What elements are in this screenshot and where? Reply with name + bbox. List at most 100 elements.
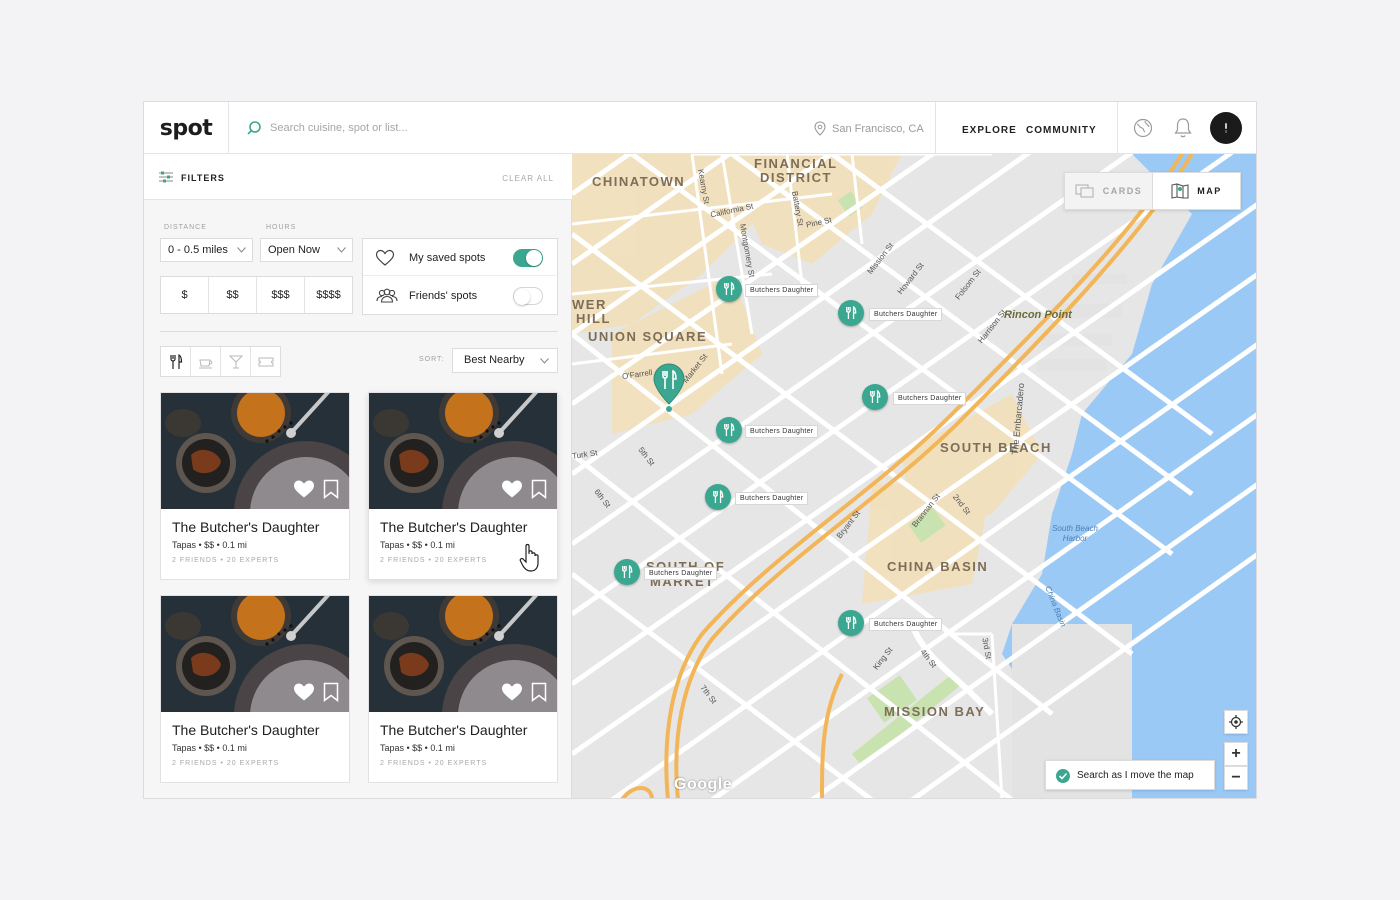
map-view[interactable]: CHINATOWN FINANCIAL DISTRICT UNION SQUAR…	[572, 154, 1256, 798]
card-title: The Butcher's Daughter	[172, 722, 320, 738]
chevron-down-icon	[540, 358, 549, 364]
card-meta: Tapas • $$ • 0.1 mi	[380, 743, 455, 753]
clear-all-button[interactable]: CLEAR ALL	[502, 174, 554, 183]
cocktail-icon	[228, 355, 243, 368]
sort-label: SORT:	[419, 356, 445, 363]
saved-spots-toggle[interactable]	[513, 249, 543, 267]
map-area-label: FINANCIAL	[754, 156, 838, 171]
heart-icon[interactable]	[293, 479, 315, 499]
top-header: spot San Francisco, CA EXPLORE COMMUNITY	[144, 102, 1256, 154]
cards-view-button[interactable]: CARDS	[1065, 173, 1153, 209]
view-toggle: CARDS MAP	[1064, 172, 1241, 210]
map-pin[interactable]	[614, 559, 640, 585]
map-icon	[1171, 183, 1189, 199]
spot-card[interactable]: The Butcher's Daughter Tapas • $$ • 0.1 …	[160, 392, 350, 580]
location-text[interactable]: San Francisco, CA	[832, 123, 924, 135]
ticket-icon	[258, 357, 273, 366]
sort-select[interactable]: Best Nearby	[452, 348, 558, 373]
friends-spots-label: Friends' spots	[409, 290, 478, 302]
food-photo	[161, 596, 349, 712]
cards-icon	[1075, 184, 1094, 198]
pin-label[interactable]: Butchers Daughter	[745, 284, 819, 297]
map-base	[572, 154, 1256, 798]
heart-icon[interactable]	[501, 479, 523, 499]
pin-label[interactable]: Butchers Daughter	[893, 392, 967, 405]
map-pin[interactable]	[862, 384, 888, 410]
locate-me-button[interactable]	[1224, 710, 1248, 734]
hours-select[interactable]: Open Now	[260, 238, 353, 262]
bookmark-icon[interactable]	[531, 682, 547, 702]
logo[interactable]: spot	[144, 102, 229, 154]
pin-label[interactable]: Butchers Daughter	[735, 492, 809, 505]
category-restaurant-button[interactable]	[161, 347, 191, 376]
price-2-button[interactable]: $$	[209, 277, 257, 313]
distance-select[interactable]: 0 - 0.5 miles	[160, 238, 253, 262]
card-title: The Butcher's Daughter	[380, 722, 528, 738]
zoom-out-button[interactable]: −	[1224, 766, 1248, 790]
bookmark-icon[interactable]	[323, 479, 339, 499]
spot-card[interactable]: The Butcher's Daughter Tapas • $$ • 0.1 …	[160, 595, 350, 783]
water-label: South Beach Harbor	[1052, 524, 1098, 543]
price-3-button[interactable]: $$$	[257, 277, 305, 313]
map-pin[interactable]	[838, 300, 864, 326]
spots-toggles: My saved spots Friends' spots	[362, 238, 559, 315]
bookmark-icon[interactable]	[531, 479, 547, 499]
filter-header: FILTERS CLEAR ALL	[144, 154, 572, 200]
map-area-label: WER	[572, 297, 607, 312]
bookmark-icon[interactable]	[323, 682, 339, 702]
map-pin[interactable]	[705, 484, 731, 510]
price-1-button[interactable]: $	[161, 277, 209, 313]
cards-view-label: CARDS	[1102, 186, 1143, 196]
restaurant-icon	[724, 423, 735, 436]
map-pin[interactable]	[716, 276, 742, 302]
filters-title: FILTERS	[181, 173, 225, 183]
food-photo	[161, 393, 349, 509]
food-photo	[369, 596, 557, 712]
pin-label[interactable]: Butchers Daughter	[869, 618, 943, 631]
avatar[interactable]	[1210, 112, 1242, 144]
place-label: Rincon Point	[1004, 309, 1072, 321]
header-divider	[1117, 102, 1118, 154]
google-logo: Google	[674, 776, 733, 793]
heart-icon[interactable]	[501, 682, 523, 702]
card-meta: Tapas • $$ • 0.1 mi	[380, 540, 455, 550]
search-input[interactable]	[270, 116, 710, 140]
restaurant-icon	[870, 390, 881, 403]
map-pin[interactable]	[838, 610, 864, 636]
hours-value: Open Now	[268, 244, 320, 256]
search-as-move-toggle[interactable]: Search as I move the map	[1045, 760, 1215, 790]
pin-label[interactable]: Butchers Daughter	[869, 308, 943, 321]
card-social: 2 FRIENDS • 20 EXPERTS	[172, 760, 280, 767]
selected-map-pin[interactable]	[652, 362, 686, 414]
map-area-label: UNION SQUARE	[588, 329, 708, 344]
user-photo-icon	[1225, 123, 1227, 133]
restaurant-icon	[713, 490, 724, 503]
map-area-label: SOUTH BEACH	[940, 440, 1052, 455]
map-pin[interactable]	[716, 417, 742, 443]
friends-spots-toggle[interactable]	[513, 287, 543, 305]
filters-panel: FILTERS CLEAR ALL DISTANCE HOURS 0 - 0.5…	[144, 154, 572, 798]
search-icon	[247, 121, 261, 135]
map-area-label: CHINATOWN	[592, 174, 686, 189]
card-title: The Butcher's Daughter	[380, 519, 528, 535]
category-coffee-button[interactable]	[191, 347, 221, 376]
app-window: spot San Francisco, CA EXPLORE COMMUNITY	[143, 101, 1257, 799]
notifications-button[interactable]	[1168, 102, 1198, 154]
restaurant-icon	[846, 306, 857, 319]
globe-button[interactable]	[1128, 102, 1158, 154]
saved-spots-row: My saved spots	[363, 239, 559, 276]
zoom-in-button[interactable]: +	[1224, 742, 1248, 766]
category-bar-button[interactable]	[221, 347, 251, 376]
category-events-button[interactable]	[251, 347, 280, 376]
map-view-button[interactable]: MAP	[1153, 173, 1240, 209]
heart-icon[interactable]	[293, 682, 315, 702]
globe-icon	[1133, 118, 1153, 138]
pin-label[interactable]: Butchers Daughter	[644, 567, 718, 580]
nav-explore[interactable]: EXPLORE	[962, 125, 1017, 136]
spot-card[interactable]: The Butcher's Daughter Tapas • $$ • 0.1 …	[368, 595, 558, 783]
spot-card[interactable]: The Butcher's Daughter Tapas • $$ • 0.1 …	[368, 392, 558, 580]
pin-label[interactable]: Butchers Daughter	[745, 425, 819, 438]
price-4-button[interactable]: $$$$	[305, 277, 352, 313]
nav-community[interactable]: COMMUNITY	[1026, 125, 1097, 136]
sliders-icon[interactable]	[158, 171, 174, 183]
